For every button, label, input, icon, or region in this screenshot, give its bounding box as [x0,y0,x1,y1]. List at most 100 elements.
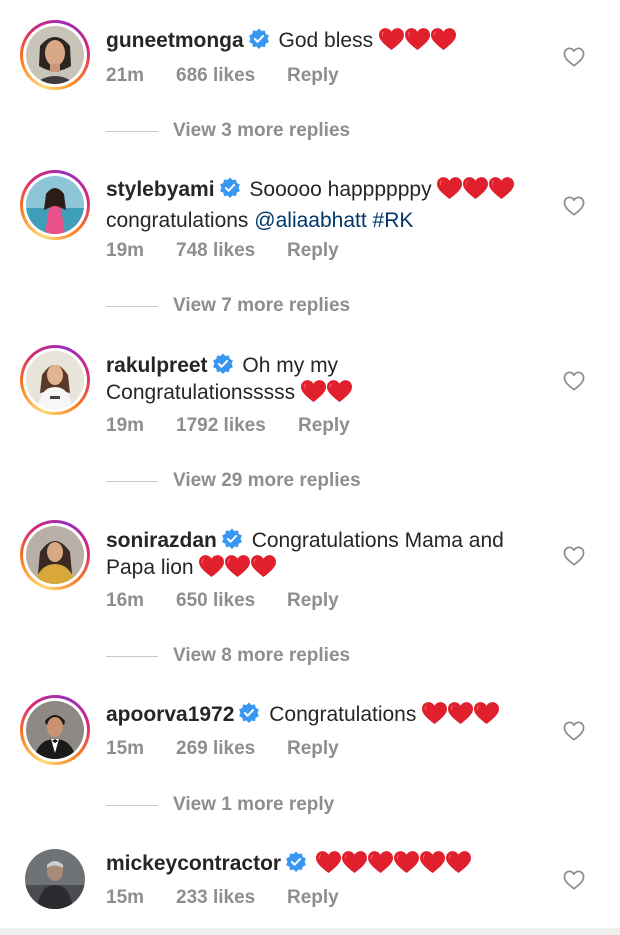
avatar[interactable] [26,176,84,234]
like-heart-icon[interactable] [563,721,585,741]
verified-badge-icon [285,851,307,873]
verified-badge-icon [221,528,243,550]
likes-count[interactable]: 269 likes [176,738,255,760]
red-heart-emoji-icon [379,28,404,51]
username[interactable]: stylebyami [106,178,215,201]
heart-emojis [199,555,277,585]
red-heart-emoji-icon [431,28,456,51]
reply-button[interactable]: Reply [298,415,350,437]
reply-button[interactable]: Reply [287,590,339,612]
like-heart-icon[interactable] [563,47,585,67]
divider-line [106,131,158,132]
story-ring [20,170,90,240]
avatar-frame [20,844,90,914]
comments-list: guneetmonga God bless 21m 686 likes Repl… [0,0,620,935]
reply-button[interactable]: Reply [287,887,339,909]
comment-text: apoorva1972 Congratulations [106,701,536,732]
username[interactable]: guneetmonga [106,29,244,52]
red-heart-emoji-icon [420,851,445,874]
like-heart-icon[interactable] [563,196,585,216]
comment-body: Congratulations Mama and [251,529,504,552]
reply-button[interactable]: Reply [287,65,339,87]
likes-count[interactable]: 748 likes [176,240,255,262]
heart-emojis [316,851,472,881]
avatar[interactable] [26,26,84,84]
username[interactable]: mickeycontractor [106,852,281,875]
avatar[interactable] [25,849,85,909]
username[interactable]: apoorva1972 [106,703,234,726]
username[interactable]: rakulpreet [106,354,208,377]
avatar[interactable] [26,526,84,584]
hashtag-link[interactable]: #RK [373,209,414,232]
heart-emojis [301,380,353,410]
verified-badge-icon [248,28,270,50]
timestamp: 19m [106,415,145,436]
story-ring [20,695,90,765]
heart-emojis [422,702,500,732]
reply-button[interactable]: Reply [287,738,339,760]
red-heart-emoji-icon [368,851,393,874]
divider-line [106,481,158,482]
red-heart-emoji-icon [437,177,462,200]
timestamp: 16m [106,590,145,611]
bottom-divider [0,928,620,935]
timestamp: 21m [106,65,145,86]
comment-body: Congratulations [269,703,417,726]
story-ring [20,345,90,415]
timestamp: 15m [106,887,145,908]
heart-emojis [437,177,515,207]
reply-button[interactable]: Reply [287,240,339,262]
view-replies-label[interactable]: View 29 more replies [173,470,361,492]
story-ring [20,20,90,90]
divider-line [106,306,158,307]
divider-line [106,805,158,806]
comment-body: God bless [278,29,374,52]
like-heart-icon[interactable] [563,371,585,391]
mention-link[interactable]: @aliaabhatt [254,209,366,232]
red-heart-emoji-icon [199,555,224,578]
comment-text: guneetmonga God bless [106,27,536,58]
verified-badge-icon [238,702,260,724]
comment-body-line2: congratulations [106,209,249,232]
red-heart-emoji-icon [448,702,473,725]
red-heart-emoji-icon [405,28,430,51]
red-heart-emoji-icon [316,851,341,874]
red-heart-emoji-icon [251,555,276,578]
comment-text: stylebyami Sooooo happppppy congratulati… [106,176,536,234]
red-heart-emoji-icon [301,380,326,403]
divider-line [106,656,158,657]
comment-body-line2: Papa lion [106,556,194,579]
red-heart-emoji-icon [225,555,250,578]
avatar[interactable] [26,701,84,759]
like-heart-icon[interactable] [563,546,585,566]
red-heart-emoji-icon [422,702,447,725]
likes-count[interactable]: 686 likes [176,65,255,87]
red-heart-emoji-icon [474,702,499,725]
red-heart-emoji-icon [394,851,419,874]
timestamp: 15m [106,738,145,759]
likes-count[interactable]: 233 likes [176,887,255,909]
comment-body: Sooooo happppppy [249,178,432,201]
red-heart-emoji-icon [446,851,471,874]
like-heart-icon[interactable] [563,870,585,890]
comment-text: mickeycontractor [106,850,536,881]
username[interactable]: sonirazdan [106,529,217,552]
verified-badge-icon [212,353,234,375]
view-replies-label[interactable]: View 3 more replies [173,120,350,142]
timestamp: 19m [106,240,145,261]
view-replies-label[interactable]: View 1 more reply [173,794,334,816]
red-heart-emoji-icon [489,177,514,200]
comment-text: rakulpreet Oh my my Congratulationsssss [106,352,536,410]
red-heart-emoji-icon [463,177,488,200]
avatar[interactable] [26,351,84,409]
story-ring [20,520,90,590]
heart-emojis [379,28,457,58]
red-heart-emoji-icon [327,380,352,403]
verified-badge-icon [219,177,241,199]
likes-count[interactable]: 1792 likes [176,415,266,437]
view-replies-label[interactable]: View 7 more replies [173,295,350,317]
red-heart-emoji-icon [342,851,367,874]
comment-body-line2: Congratulationsssss [106,381,296,404]
likes-count[interactable]: 650 likes [176,590,255,612]
view-replies-label[interactable]: View 8 more replies [173,645,350,667]
